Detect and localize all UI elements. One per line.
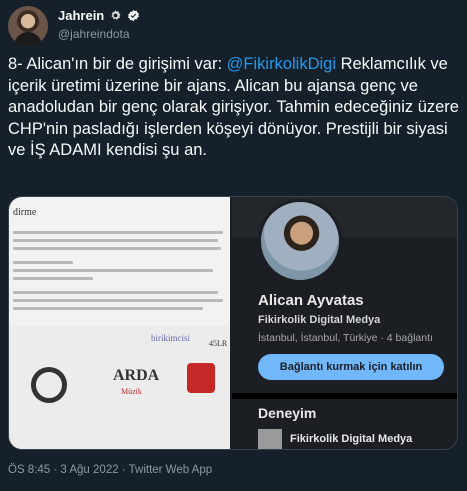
k-logo-icon [31,367,67,403]
doc-title: dirme [13,207,37,218]
profile-name: Alican Ayvatas [258,292,364,309]
author-name-row[interactable]: Jahrein [58,8,140,23]
settings-badge-icon [109,9,122,22]
tweet-lead: 8- Alican'ın bir de girişimi var: [8,55,227,73]
logo-text: 45LR [209,339,228,348]
author-name[interactable]: Jahrein [58,8,104,23]
tweet-meta[interactable]: ÖS 8:45 · 3 Ağu 2022 · Twitter Web App [8,464,212,476]
experience-item: Fikirkolik Digital Medya [290,433,413,445]
logo-wall: birikimcisi ARDA Müzik 45LR [9,325,231,449]
logo-text: birikimcisi [151,333,190,343]
tweet-header: Jahrein @jahreindota [8,6,459,46]
author-handle[interactable]: @jahreindota [58,27,130,41]
company-logo-icon [258,429,283,449]
profile-photo [258,199,343,283]
section-divider [232,393,457,399]
tweet-text: 8- Alican'ın bir de girişimi var: @Fikir… [8,54,460,162]
media-image-linkedin[interactable]: Alican Ayvatas Fikirkolik Digital Medya … [230,197,457,449]
media-image-document[interactable]: dirme birikimcisi ARDA Müzik 45LR [9,197,231,449]
mention-link[interactable]: @FikirkolikDigi [227,55,336,73]
author-avatar[interactable] [8,6,48,46]
s-logo-icon [187,363,215,393]
tweet-media[interactable]: dirme birikimcisi ARDA Müzik 45LR Alican… [8,196,458,450]
profile-location: İstanbul, İstanbul, Türkiye · 4 bağlantı [258,332,433,344]
connect-button: Bağlantı kurmak için katılın [258,354,445,380]
profile-company: Fikirkolik Digital Medya [258,314,381,326]
verified-icon [127,9,140,22]
logo-text: ARDA [113,367,160,384]
logo-text: Müzik [121,387,142,396]
experience-heading: Deneyim [258,405,317,421]
